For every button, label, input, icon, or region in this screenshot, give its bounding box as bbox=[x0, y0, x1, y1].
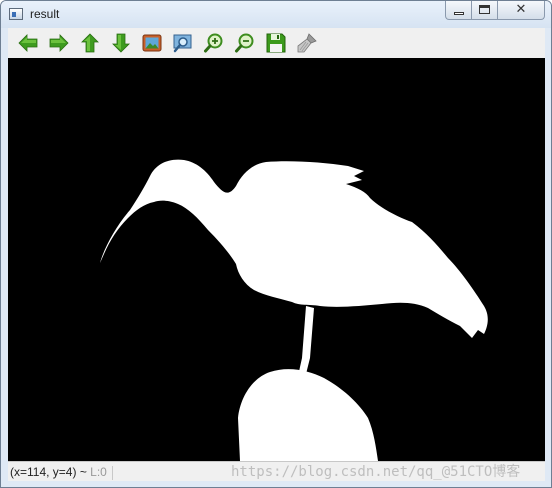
window-title: result bbox=[30, 7, 60, 21]
zoom-fit-button[interactable] bbox=[167, 29, 198, 57]
pan-left-button[interactable] bbox=[12, 29, 43, 57]
pan-down-button[interactable] bbox=[105, 29, 136, 57]
status-separator bbox=[112, 465, 114, 480]
floppy-disk-icon bbox=[266, 33, 285, 53]
toolbar bbox=[8, 28, 545, 58]
zoom-level: L:0 bbox=[90, 465, 107, 479]
zoom-in-button[interactable] bbox=[198, 29, 229, 57]
title-bar[interactable]: result ✕ bbox=[1, 1, 551, 28]
arrow-down-icon bbox=[111, 33, 130, 53]
arrow-left-icon bbox=[17, 34, 37, 52]
minimize-button[interactable] bbox=[445, 1, 472, 20]
zoom-out-icon bbox=[234, 33, 253, 53]
bird-silhouette-image bbox=[8, 58, 545, 461]
maximize-button[interactable] bbox=[472, 1, 498, 20]
app-window: result ✕ (x=114, y=4) ~ L:0 https://blog… bbox=[0, 0, 552, 488]
watermark: https://blog.csdn.net/qq_@51CTO博客 bbox=[231, 464, 521, 480]
pan-up-button[interactable] bbox=[74, 29, 105, 57]
image-canvas[interactable] bbox=[8, 58, 545, 461]
image-icon bbox=[142, 34, 161, 52]
cursor-coordinates: (x=114, y=4) ~ bbox=[10, 465, 87, 479]
brush-icon bbox=[297, 33, 317, 53]
zoom-region-icon bbox=[173, 34, 191, 53]
close-button[interactable]: ✕ bbox=[498, 1, 545, 20]
zoom-in-icon bbox=[203, 33, 222, 53]
zoom-out-button[interactable] bbox=[229, 29, 260, 57]
window-app-icon[interactable] bbox=[9, 8, 23, 20]
pan-right-button[interactable] bbox=[43, 29, 74, 57]
close-icon: ✕ bbox=[515, 2, 527, 17]
window-controls: ✕ bbox=[445, 1, 545, 21]
arrow-right-icon bbox=[49, 34, 69, 52]
properties-button[interactable] bbox=[291, 29, 322, 57]
save-button[interactable] bbox=[260, 29, 291, 57]
zoom-original-button[interactable] bbox=[136, 29, 167, 57]
arrow-up-icon bbox=[80, 33, 99, 53]
